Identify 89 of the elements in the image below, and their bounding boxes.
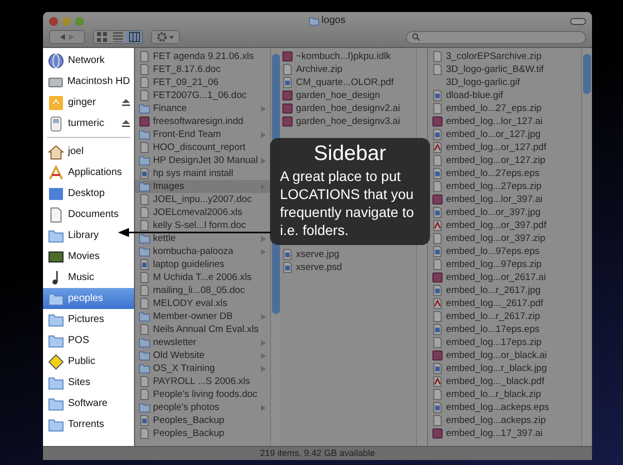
file-row[interactable]: kettle (135, 232, 270, 245)
file-row[interactable]: FET2007G...1_06.doc (135, 89, 270, 102)
sidebar-item[interactable]: turmeric (43, 113, 134, 134)
file-row[interactable]: embed_lo...17eps.eps (428, 323, 581, 336)
sidebar-item[interactable]: Public (43, 351, 134, 372)
file-row[interactable]: garden_hoe_designv2.ai (278, 102, 416, 115)
file-row[interactable]: embed_lo...r_black.zip (428, 388, 581, 401)
sidebar-item[interactable]: Software (43, 393, 134, 414)
file-row[interactable]: embed_lo...97eps.eps (428, 245, 581, 258)
sidebar-item[interactable]: Desktop (43, 183, 134, 204)
file-row[interactable]: Front-End Team (135, 128, 270, 141)
file-row[interactable]: People's living foods.doc (135, 388, 270, 401)
file-row[interactable]: Peoples_Backup (135, 427, 270, 440)
file-row[interactable]: people's photos (135, 401, 270, 414)
callout-title: Sidebar (312, 141, 388, 167)
file-row[interactable]: laptop guidelines (135, 258, 270, 271)
file-row[interactable]: OS_X Training (135, 362, 270, 375)
file-row[interactable]: embed_lo...or_127.jpg (428, 128, 581, 141)
sidebar-item[interactable]: Library (43, 225, 134, 246)
file-row[interactable]: Images (135, 180, 270, 193)
file-row[interactable]: dload-blue.gif (428, 89, 581, 102)
sidebar-item[interactable]: Torrents (43, 414, 134, 435)
file-row[interactable]: garden_hoe_design (278, 89, 416, 102)
file-row[interactable]: ~kombuch...l)pkpu.idlk (278, 50, 416, 63)
sidebar-item[interactable]: Sites (43, 372, 134, 393)
sidebar-item[interactable]: Applications (43, 162, 134, 183)
file-row[interactable]: freesoftwaresign.indd (135, 115, 270, 128)
sidebar-item[interactable]: Macintosh HD (43, 71, 134, 92)
file-row[interactable]: FET_8.17.6.doc (135, 63, 270, 76)
file-row[interactable]: kombucha-palooza (135, 245, 270, 258)
file-row[interactable]: newsletter (135, 336, 270, 349)
file-row[interactable]: embed_log...ackeps.eps (428, 401, 581, 414)
file-row[interactable]: embed_log...r_black.jpg (428, 362, 581, 375)
file-row[interactable]: CM_quarte...OLOR.pdf (278, 76, 416, 89)
file-row[interactable]: embed_lo...r_2617.zip (428, 310, 581, 323)
file-row[interactable]: embed_log...lor_397.ai (428, 193, 581, 206)
file-row[interactable]: Old Website (135, 349, 270, 362)
file-row[interactable]: xserve.jpg (278, 248, 416, 261)
file-row[interactable]: Member-owner DB (135, 310, 270, 323)
sidebar-item[interactable]: peoples (43, 288, 134, 309)
file-row[interactable]: Peoples_Backup (135, 414, 270, 427)
file-row[interactable]: embed_lo...r_2617.jpg (428, 284, 581, 297)
file-row[interactable]: Finance (135, 102, 270, 115)
file-row[interactable]: HP DesignJet 30 Manual (135, 154, 270, 167)
file-row[interactable]: hp sys maint install (135, 167, 270, 180)
file-row[interactable]: 3D_logo-garlic_B&W.tif (428, 63, 581, 76)
file-row[interactable]: HOO_discount_report (135, 141, 270, 154)
file-row[interactable]: Archive.zip (278, 63, 416, 76)
file-row[interactable]: embed_log...or_127.zip (428, 154, 581, 167)
file-row[interactable]: embed_lo...27_eps.zip (428, 102, 581, 115)
sidebar-item[interactable]: Pictures (43, 309, 134, 330)
file-row[interactable]: embed_lo...or_397.jpg (428, 206, 581, 219)
file-row[interactable]: embed_log...97eps.zip (428, 258, 581, 271)
file-row[interactable]: xserve.psd (278, 261, 416, 274)
file-row[interactable]: embed_log...17_397.ai (428, 427, 581, 440)
file-row[interactable]: 3_colorEPSarchive.zip (428, 50, 581, 63)
file-row[interactable]: embed_log...27eps.zip (428, 180, 581, 193)
sidebar-item[interactable]: Network (43, 50, 134, 71)
file-row[interactable]: mailing_li...08_05.doc (135, 284, 270, 297)
sidebar-item[interactable]: POS (43, 330, 134, 351)
file-row[interactable]: JOELcmeval2006.xls (135, 206, 270, 219)
file-row[interactable]: FET_09_21_06 (135, 76, 270, 89)
file-row[interactable]: embed_log...or_397.pdf (428, 219, 581, 232)
window-title: logos (322, 15, 346, 27)
file-row[interactable]: garden_hoe_designv3.ai (278, 115, 416, 128)
file-row[interactable]: embed_log...or_397.zip (428, 232, 581, 245)
file-row[interactable]: embed_log..._black.pdf (428, 375, 581, 388)
file-row[interactable]: embed_log...or_127.pdf (428, 141, 581, 154)
callout-text: A great place to put LOCATIONS that you frequently navigate to i.e. folders. (280, 167, 415, 239)
file-row[interactable]: MELODY eval.xls (135, 297, 270, 310)
file-row[interactable]: 3D_logo-garlic.gif (428, 76, 581, 89)
sidebar-item[interactable]: Music (43, 267, 134, 288)
file-row[interactable]: JOEL_inpu...y2007.doc (135, 193, 270, 206)
file-row[interactable]: Neils Annual Cm Eval.xls (135, 323, 270, 336)
file-row[interactable]: PAYROLL ...S 2006.xls (135, 375, 270, 388)
file-row[interactable]: embed_log...17eps.zip (428, 336, 581, 349)
file-row[interactable]: embed_log...ackeps.zip (428, 414, 581, 427)
file-row[interactable]: embed_log...or_black.ai (428, 349, 581, 362)
file-row[interactable]: embed_lo...27eps.eps (428, 167, 581, 180)
sidebar-item[interactable]: ginger (43, 92, 134, 113)
sidebar-item[interactable]: Movies (43, 246, 134, 267)
file-row[interactable]: embed_log...lor_127.ai (428, 115, 581, 128)
file-row[interactable]: M Uchida T...e 2006.xls (135, 271, 270, 284)
status-text: 219 items, 9.42 GB available (260, 446, 376, 460)
file-row[interactable]: FET agenda 9.21.06.xls (135, 50, 270, 63)
file-row[interactable]: embed_log...or_2617.ai (428, 271, 581, 284)
sidebar-item[interactable]: joel (43, 141, 134, 162)
sidebar-item[interactable]: Documents (43, 204, 134, 225)
file-row[interactable]: embed_log..._2617.pdf (428, 297, 581, 310)
